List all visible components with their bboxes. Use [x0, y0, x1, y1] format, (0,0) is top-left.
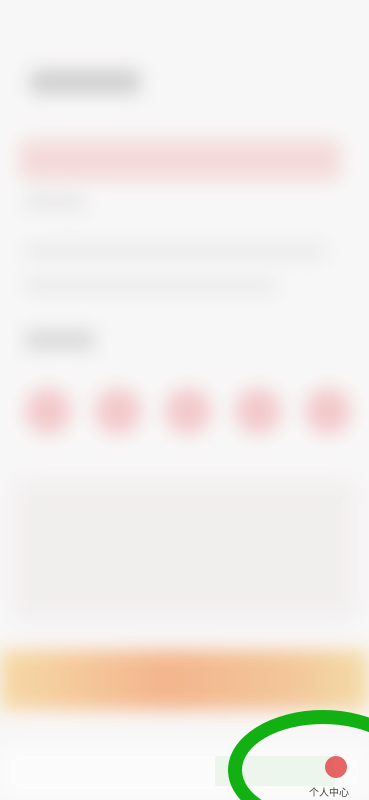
blurred-text-line	[25, 195, 85, 209]
app-screen: 个人中心	[0, 0, 369, 800]
blurred-shortcut-icon	[235, 388, 281, 434]
blurred-card	[15, 480, 355, 620]
blurred-shortcut-icon	[25, 388, 71, 434]
blurred-text-line	[25, 245, 325, 257]
blurred-text-line	[25, 280, 275, 292]
blurred-shortcut-icon	[95, 388, 141, 434]
blurred-shortcut-icon	[165, 388, 211, 434]
blurred-banner	[20, 140, 340, 180]
blurred-title	[30, 70, 140, 94]
blurred-promo-strip	[0, 650, 369, 710]
blurred-shortcut-icon	[305, 388, 351, 434]
blurred-section-heading	[25, 330, 95, 350]
blurred-content	[0, 0, 369, 800]
